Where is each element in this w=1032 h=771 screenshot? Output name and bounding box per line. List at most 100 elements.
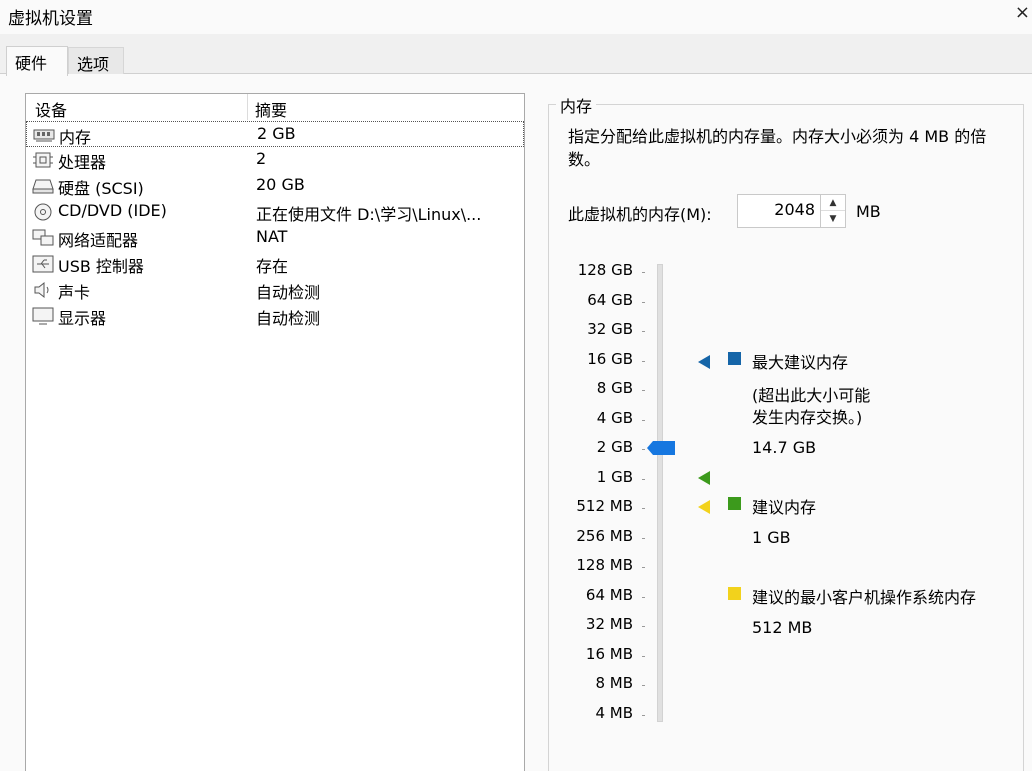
max-recommended-note-line2: 发生内存交换。): [752, 408, 863, 427]
max-recommended-title: 最大建议内存: [752, 353, 849, 372]
scale-tick: [642, 272, 645, 273]
device-summary: 自动检测: [256, 283, 321, 302]
device-name: USB 控制器: [58, 257, 144, 276]
max-recommended-note-line1: (超出此大小可能: [752, 386, 871, 405]
device-summary: 2: [256, 149, 267, 168]
device-summary: 正在使用文件 D:\学习\Linux\...: [256, 205, 482, 224]
scale-label: 4 MB: [595, 703, 633, 722]
device-row-sound-card[interactable]: 声卡 自动检测: [26, 277, 524, 303]
scale-label: 2 GB: [596, 438, 633, 456]
column-header-summary[interactable]: 摘要: [255, 97, 287, 121]
recommended-marker-icon: [698, 471, 710, 485]
scale-tick: [642, 419, 645, 421]
scale-label: 16 MB: [585, 644, 633, 663]
device-summary: 自动检测: [256, 309, 321, 328]
tab-content: 设备 摘要 内存 2 GB 处理器 2 硬盘 (SCSI) 20 GB CD/D…: [0, 74, 1032, 771]
column-separator[interactable]: [247, 94, 248, 120]
usb-icon: [32, 255, 54, 273]
max-recommended-marker-icon: [698, 355, 710, 369]
scale-tick: [642, 478, 645, 480]
network-adapter-icon: [32, 229, 54, 246]
memory-spinner: ▲ ▼: [820, 194, 846, 228]
scale-tick: [642, 626, 645, 627]
device-list[interactable]: 设备 摘要 内存 2 GB 处理器 2 硬盘 (SCSI) 20 GB CD/D…: [25, 93, 525, 771]
scale-label: 512 MB: [576, 497, 633, 515]
memory-group-title: 内存: [556, 93, 597, 117]
scale-tick: [642, 537, 645, 539]
device-row-processor[interactable]: 处理器 2: [26, 147, 524, 173]
device-summary: 2 GB: [257, 124, 296, 143]
processor-icon: [33, 152, 53, 168]
tab-options[interactable]: 选项: [68, 47, 124, 76]
scale-tick: [642, 714, 645, 716]
scale-tick: [642, 449, 645, 450]
scale-tick: [642, 685, 645, 686]
hard-disk-icon: [32, 179, 54, 194]
device-name: 网络适配器: [58, 231, 139, 250]
scale-tick: [642, 596, 645, 598]
scale-label: 8 MB: [595, 674, 633, 692]
device-name: 处理器: [58, 153, 107, 172]
monitor-icon: [32, 307, 54, 325]
minimum-marker-icon: [698, 500, 710, 514]
scale-label: 64 MB: [585, 585, 633, 604]
minimum-title: 建议的最小客户机操作系统内存: [752, 588, 977, 607]
memory-size-input[interactable]: 2048: [737, 194, 821, 228]
max-recommended-value: 14.7 GB: [752, 438, 817, 457]
scale-label: 32 MB: [585, 615, 633, 633]
scale-tick: [642, 390, 645, 391]
tab-hardware[interactable]: 硬件: [6, 46, 68, 76]
memory-slider-track[interactable]: [657, 264, 663, 722]
close-icon[interactable]: ×: [1015, 2, 1030, 23]
memory-description: 指定分配给此虚拟机的内存量。内存大小必须为 4 MB 的倍数。: [568, 127, 987, 169]
scale-tick: [642, 331, 645, 332]
scale-tick: [642, 360, 645, 362]
device-name: 显示器: [58, 309, 107, 328]
scale-label: 64 GB: [587, 290, 633, 309]
spin-up-arrow-icon[interactable]: ▲: [821, 195, 845, 211]
device-name: 硬盘 (SCSI): [58, 179, 144, 198]
speaker-icon: [34, 281, 49, 299]
minimum-legend-square: [728, 587, 741, 600]
device-summary: 存在: [256, 257, 289, 276]
column-header-device[interactable]: 设备: [35, 97, 67, 121]
device-row-display[interactable]: 显示器 自动检测: [26, 303, 524, 329]
scale-label: 32 GB: [587, 320, 633, 338]
scale-label: 4 GB: [596, 408, 633, 427]
recommended-title: 建议内存: [752, 498, 817, 517]
scale-tick: [642, 567, 645, 568]
scale-label: 128 MB: [576, 556, 633, 574]
device-row-cd-dvd[interactable]: CD/DVD (IDE) 正在使用文件 D:\学习\Linux\...: [26, 199, 524, 225]
memory-unit: MB: [856, 202, 881, 221]
scale-label: 256 MB: [576, 526, 633, 545]
scale-label: 128 GB: [577, 261, 633, 279]
spin-down-arrow-icon[interactable]: ▼: [821, 211, 845, 227]
minimum-value: 512 MB: [752, 618, 813, 637]
list-header: 设备 摘要: [26, 94, 524, 120]
cd-dvd-icon: [34, 203, 52, 221]
max-recommended-legend-square: [728, 352, 741, 365]
memory-slider-thumb[interactable]: [647, 441, 675, 455]
memory-size-label: 此虚拟机的内存(M):: [568, 205, 712, 224]
memory-icon: [33, 129, 55, 142]
device-row-memory[interactable]: 内存 2 GB: [26, 121, 524, 147]
device-name: 内存: [59, 128, 92, 147]
device-name: 声卡: [58, 283, 91, 302]
device-summary: 20 GB: [256, 175, 305, 194]
scale-label: 16 GB: [587, 349, 633, 368]
scale-tick: [642, 301, 645, 303]
scale-tick: [642, 508, 645, 509]
scale-tick: [642, 655, 645, 657]
device-row-network-adapter[interactable]: 网络适配器 NAT: [26, 225, 524, 251]
recommended-value: 1 GB: [752, 528, 791, 547]
device-name: CD/DVD (IDE): [58, 201, 167, 220]
tab-bar: 硬件 选项: [0, 34, 1032, 76]
scale-label: 8 GB: [596, 379, 633, 397]
title-bar: 虚拟机设置 ×: [0, 0, 1032, 34]
window-title: 虚拟机设置: [8, 9, 93, 29]
device-summary: NAT: [256, 227, 288, 246]
scale-label: 1 GB: [596, 467, 633, 486]
recommended-legend-square: [728, 497, 741, 510]
device-row-hard-disk[interactable]: 硬盘 (SCSI) 20 GB: [26, 173, 524, 199]
device-row-usb-controller[interactable]: USB 控制器 存在: [26, 251, 524, 277]
